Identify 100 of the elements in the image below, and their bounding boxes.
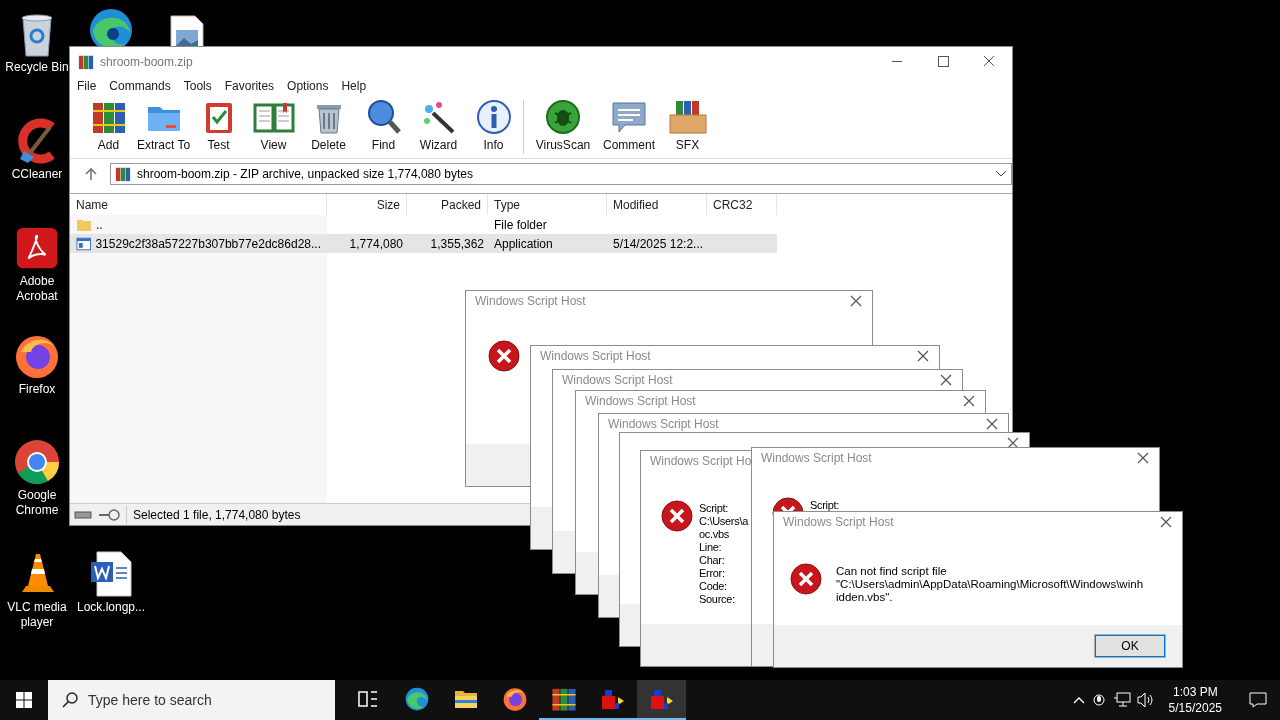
clock-time[interactable]: 1:03 PM — [1172, 684, 1218, 700]
dialog-title: Windows Script Host — [761, 451, 872, 465]
desktop-icon-label[interactable]: Recycle Bin — [5, 60, 69, 75]
table-cell: 5/14/2025 12:2... — [613, 236, 704, 251]
close-icon[interactable] — [1160, 516, 1172, 528]
drive-icon — [74, 509, 92, 520]
chevron-up-icon[interactable] — [1072, 696, 1085, 704]
toolbar-button[interactable]: Extract To — [136, 99, 191, 158]
close-icon[interactable] — [940, 374, 952, 386]
books-icon — [549, 686, 578, 712]
toolbar-button[interactable]: Info — [466, 99, 521, 158]
task-view-icon — [357, 690, 378, 708]
menu-item[interactable]: Options — [282, 79, 337, 93]
toolbar-button[interactable]: View — [246, 99, 301, 158]
browser-icon — [403, 686, 430, 712]
speech-bubble-icon — [611, 99, 647, 135]
error-detail: oc.vbs — [699, 528, 730, 541]
address-field[interactable]: shroom-boom.zip - ZIP archive, unpacked size 1,774,080 bytes — [110, 163, 1012, 185]
meeting-icon[interactable] — [1090, 692, 1107, 708]
blocks-icon — [599, 687, 626, 711]
error-message: idden.vbs". — [836, 591, 894, 604]
table-cell: File folder — [494, 217, 547, 232]
program-icon — [76, 236, 92, 251]
desktop-icon-label[interactable]: Firefox — [18, 382, 56, 397]
notification-icon[interactable] — [1249, 692, 1267, 708]
box-icon — [667, 99, 708, 135]
dropdown-icon[interactable] — [995, 170, 1007, 178]
error-detail: Char: — [699, 554, 726, 567]
close-icon[interactable] — [1137, 452, 1149, 464]
error-detail: Source: — [699, 593, 736, 606]
document-icon — [89, 550, 133, 598]
dialog-title: Windows Script Host — [562, 373, 673, 387]
dialog-title: Windows Script Host — [475, 294, 586, 308]
menu-item[interactable]: Tools — [178, 79, 220, 93]
error-detail: Error: — [699, 567, 726, 580]
info-icon — [475, 99, 512, 135]
bug-icon — [545, 99, 581, 135]
file-name[interactable]: .. — [96, 217, 103, 232]
error-detail: Script: — [699, 502, 730, 515]
blocks-icon — [648, 687, 675, 711]
dialog-title: Windows Script Host — [783, 515, 894, 529]
toolbar-button[interactable]: VirusScan — [528, 99, 598, 158]
column-header[interactable]: Type — [488, 194, 607, 215]
error-icon — [661, 500, 693, 532]
toolbar-button[interactable]: Test — [191, 99, 246, 158]
table-cell: 1,774,080 — [349, 236, 403, 251]
toolbar-button[interactable]: SFX — [660, 99, 715, 158]
search-icon — [365, 99, 402, 135]
ok-button[interactable]: OK — [1094, 634, 1166, 658]
error-icon — [790, 563, 822, 595]
menu-item[interactable]: Help — [336, 79, 375, 93]
browser-icon — [501, 686, 528, 712]
status-text: Selected 1 file, 1,774,080 bytes — [133, 507, 301, 522]
browser-icon — [13, 438, 61, 486]
error-detail: Line: — [699, 541, 723, 554]
error-icon — [488, 340, 520, 372]
search-field[interactable]: Type here to search — [48, 680, 335, 720]
column-header[interactable]: Modified — [607, 194, 707, 215]
close-icon[interactable] — [986, 418, 998, 430]
desktop-icon-label[interactable]: VLC media player — [1, 600, 73, 630]
close-icon[interactable] — [1007, 437, 1019, 449]
dialog-title: Windows Script Host — [585, 394, 696, 408]
key-icon — [98, 508, 120, 521]
clock-date[interactable]: 5/15/2025 — [1168, 700, 1222, 716]
archive-icon — [115, 166, 131, 182]
file-name[interactable]: 31529c2f38a57227b307bb77e2dc86d28... — [95, 236, 321, 251]
folder-icon — [453, 688, 478, 710]
desktop-icon-label[interactable]: Lock.longp... — [76, 600, 145, 615]
dialog-title: Windows Script Ho — [650, 454, 752, 468]
menu-item[interactable]: Commands — [104, 79, 179, 93]
table-cell: 1,355,362 — [430, 236, 484, 251]
close-icon[interactable] — [963, 395, 975, 407]
network-icon[interactable] — [1112, 692, 1131, 708]
column-header[interactable]: Packed — [407, 194, 488, 215]
desktop-icon-label[interactable]: CCleaner — [11, 167, 63, 182]
table-cell: Application — [494, 236, 553, 251]
volume-icon[interactable] — [1136, 692, 1155, 708]
close-icon[interactable] — [850, 295, 862, 307]
dialog-title: Windows Script Host — [540, 349, 651, 363]
column-header[interactable]: Name — [70, 194, 327, 215]
column-header[interactable]: Size — [327, 194, 407, 215]
app-icon — [78, 53, 94, 70]
close-icon[interactable] — [917, 350, 929, 362]
toolbar-button[interactable]: Delete — [301, 99, 356, 158]
toolbar-button[interactable]: Comment — [598, 99, 660, 158]
toolbar-button[interactable]: Find — [356, 99, 411, 158]
windows-logo-icon — [16, 692, 32, 708]
error-detail: Code: — [699, 580, 728, 593]
menu-item[interactable]: Favorites — [219, 79, 283, 93]
toolbar-button[interactable]: Add — [81, 99, 136, 158]
error-detail: Script: — [810, 499, 840, 512]
desktop-icon-label[interactable]: Google Chrome — [1, 488, 73, 518]
folder-icon — [76, 217, 92, 232]
taskbar-button[interactable] — [637, 680, 686, 720]
error-message: "C:\Users\admin\AppData\Roaming\Microsoft\Windows\winh — [836, 578, 1144, 591]
toolbar-button[interactable]: Wizard — [411, 99, 466, 158]
menu-item[interactable]: File — [72, 79, 105, 93]
column-header[interactable]: CRC32 — [707, 194, 777, 215]
error-detail: C:\Users\a — [699, 515, 748, 528]
desktop-icon-label[interactable]: Adobe Acrobat — [1, 274, 73, 304]
